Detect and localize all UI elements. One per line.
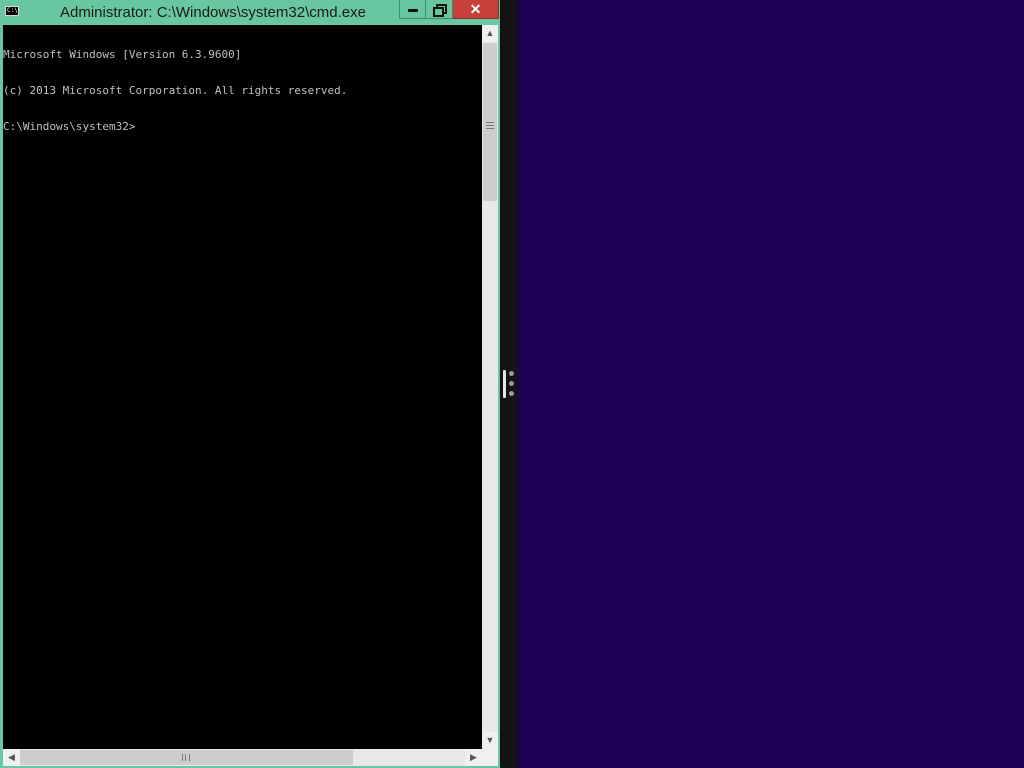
minimize-button[interactable] <box>399 0 426 19</box>
console-output-area[interactable]: Microsoft Windows [Version 6.3.9600] (c)… <box>3 25 482 749</box>
vertical-scrollbar[interactable]: ▲ ▼ <box>482 25 498 749</box>
console-line: Microsoft Windows [Version 6.3.9600] <box>3 48 242 61</box>
console-line: (c) 2013 Microsoft Corporation. All righ… <box>3 84 348 97</box>
console-output: Microsoft Windows [Version 6.3.9600] (c)… <box>3 25 482 157</box>
chevron-right-icon: ▶ <box>470 752 477 762</box>
scrollbar-corner <box>482 749 498 766</box>
horizontal-scroll-thumb[interactable] <box>20 750 353 765</box>
snap-handle-dot <box>509 381 514 386</box>
minimize-icon <box>408 9 418 12</box>
snap-handle-dot <box>509 391 514 396</box>
snap-handle-bar[interactable] <box>503 370 506 398</box>
window-title: Administrator: C:\Windows\system32\cmd.e… <box>60 4 366 21</box>
cmd-window: C:\ Administrator: C:\Windows\system32\c… <box>0 0 500 768</box>
chevron-down-icon: ▼ <box>485 735 495 745</box>
vertical-scroll-thumb[interactable] <box>483 43 497 201</box>
title-bar[interactable]: C:\ Administrator: C:\Windows\system32\c… <box>0 0 500 24</box>
chevron-up-icon: ▲ <box>485 28 495 38</box>
scroll-down-button[interactable]: ▼ <box>482 732 498 749</box>
horizontal-scrollbar[interactable]: ◀ ▶ <box>3 749 482 766</box>
cmd-app-icon[interactable]: C:\ <box>5 6 19 16</box>
close-button[interactable]: ✕ <box>453 0 499 19</box>
scroll-up-button[interactable]: ▲ <box>482 25 498 42</box>
console-prompt: C:\Windows\system32> <box>3 120 136 133</box>
snap-handle-dot <box>509 371 514 376</box>
close-icon: ✕ <box>469 1 482 17</box>
chevron-left-icon: ◀ <box>8 752 15 762</box>
restore-icon-front <box>433 7 444 17</box>
scroll-grip-icon <box>182 754 190 761</box>
scroll-grip-icon <box>486 122 494 129</box>
scroll-left-button[interactable]: ◀ <box>3 749 20 766</box>
scroll-right-button[interactable]: ▶ <box>465 749 482 766</box>
restore-button[interactable] <box>426 0 453 19</box>
